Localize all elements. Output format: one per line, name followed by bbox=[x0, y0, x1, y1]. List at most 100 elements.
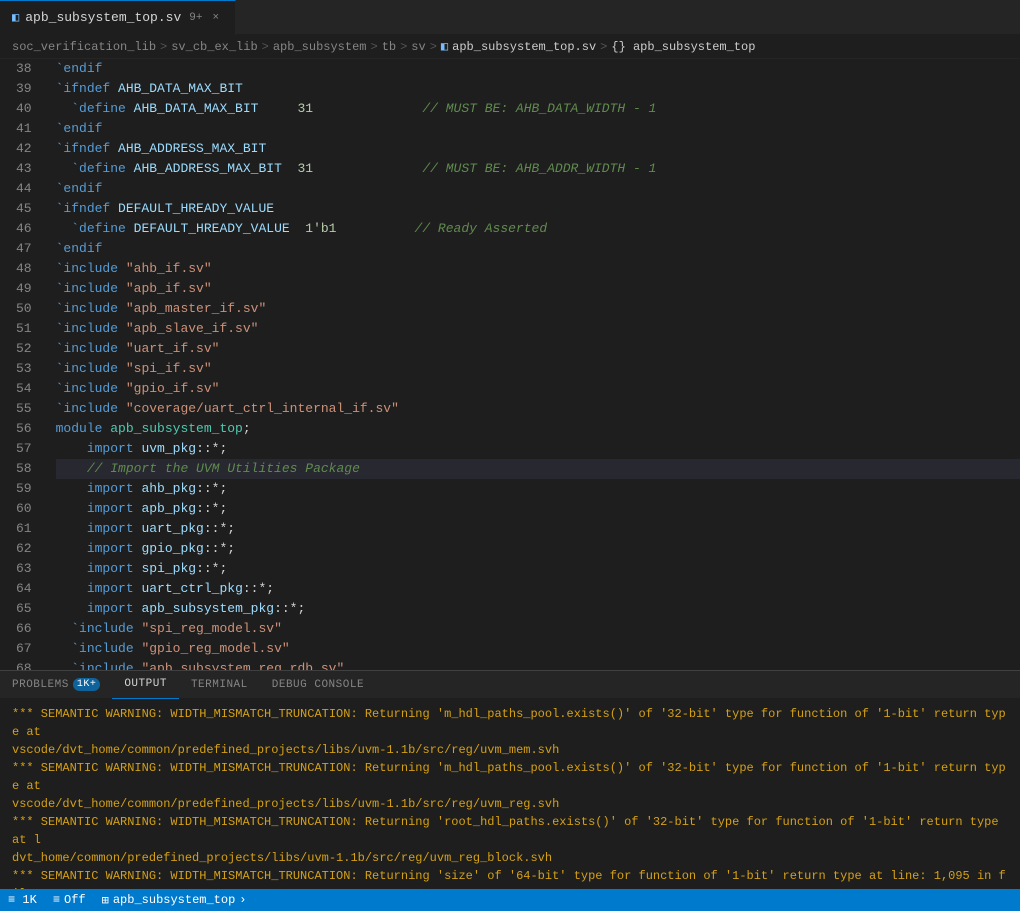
breadcrumb-item-3[interactable]: apb_subsystem bbox=[273, 40, 367, 54]
token: "coverage/uart_ctrl_internal_if.sv" bbox=[126, 399, 399, 419]
line-number: 48 bbox=[16, 259, 32, 279]
line-number: 44 bbox=[16, 179, 32, 199]
token: AHB_ADDRESS_MAX_BIT bbox=[118, 139, 266, 159]
tab-close-button[interactable]: × bbox=[208, 10, 223, 26]
tab-badge: 9+ bbox=[189, 12, 202, 24]
token bbox=[118, 299, 126, 319]
token: AHB_DATA_MAX_BIT bbox=[118, 79, 243, 99]
output-line: *** SEMANTIC WARNING: WIDTH_MISMATCH_TRU… bbox=[12, 867, 1008, 889]
token: AHB_ADDRESS_MAX_BIT bbox=[134, 159, 282, 179]
code-line: `endif bbox=[56, 119, 1020, 139]
token: `ifndef bbox=[56, 199, 111, 219]
line-number: 53 bbox=[16, 359, 32, 379]
code-line: import uart_pkg::*; bbox=[56, 519, 1020, 539]
output-line: dvt_home/common/predefined_projects/libs… bbox=[12, 849, 1008, 867]
breadcrumb-item-2[interactable]: sv_cb_ex_lib bbox=[171, 40, 257, 54]
token: `define bbox=[71, 99, 126, 119]
token: ::*; bbox=[204, 539, 235, 559]
output-line: vscode/dvt_home/common/predefined_projec… bbox=[12, 795, 1008, 813]
token bbox=[313, 99, 422, 119]
code-line: `include "apb_subsystem_reg_rdb.sv" bbox=[56, 659, 1020, 670]
line-number: 57 bbox=[16, 439, 32, 459]
token: apb_pkg bbox=[141, 499, 196, 519]
code-content[interactable]: `endif`ifndef AHB_DATA_MAX_BIT `define A… bbox=[40, 59, 1020, 670]
token: "spi_reg_model.sv" bbox=[141, 619, 281, 639]
code-line: `include "ahb_if.sv" bbox=[56, 259, 1020, 279]
line-number: 56 bbox=[16, 419, 32, 439]
tab-apb-subsystem-top[interactable]: ◧ apb_subsystem_top.sv 9+ × bbox=[0, 0, 236, 35]
status-off-icon: ≡ bbox=[53, 893, 60, 907]
token: module bbox=[56, 419, 103, 439]
breadcrumb-item-6[interactable]: apb_subsystem_top.sv bbox=[452, 40, 596, 54]
panel-tab-terminal[interactable]: TERMINAL bbox=[179, 671, 260, 699]
token bbox=[118, 359, 126, 379]
status-bar: ≡ 1K ≡ Off ⊞ apb_subsystem_top › bbox=[0, 889, 1020, 911]
token bbox=[313, 159, 422, 179]
status-ln-col: ≡ 1K bbox=[8, 893, 37, 907]
panel-tab-output[interactable]: OUTPUT bbox=[112, 671, 179, 699]
breadcrumb-sep-6: > bbox=[600, 40, 607, 54]
code-container[interactable]: 3839404142434445464748495051525354555657… bbox=[0, 59, 1020, 670]
token: ; bbox=[243, 419, 251, 439]
token: `include bbox=[56, 279, 118, 299]
token bbox=[118, 339, 126, 359]
token: DEFAULT_HREADY_VALUE bbox=[118, 199, 274, 219]
line-number: 55 bbox=[16, 399, 32, 419]
token: // MUST BE: AHB_DATA_WIDTH - 1 bbox=[422, 99, 656, 119]
token: `define bbox=[71, 219, 126, 239]
line-number: 46 bbox=[16, 219, 32, 239]
token bbox=[110, 79, 118, 99]
line-number: 66 bbox=[16, 619, 32, 639]
token: "apb_subsystem_reg_rdb.sv" bbox=[141, 659, 344, 670]
token bbox=[56, 499, 87, 519]
token: spi_pkg bbox=[141, 559, 196, 579]
panel-tab-badge: 1K+ bbox=[73, 678, 101, 691]
code-line: import spi_pkg::*; bbox=[56, 559, 1020, 579]
token bbox=[134, 639, 142, 659]
token bbox=[258, 99, 297, 119]
token bbox=[56, 439, 87, 459]
token: `endif bbox=[56, 119, 103, 139]
breadcrumb-item-4[interactable]: tb bbox=[382, 40, 396, 54]
code-line: import gpio_pkg::*; bbox=[56, 539, 1020, 559]
line-number: 67 bbox=[16, 639, 32, 659]
token bbox=[134, 519, 142, 539]
token: "apb_slave_if.sv" bbox=[126, 319, 259, 339]
panel-tab-problems[interactable]: PROBLEMS1K+ bbox=[0, 671, 112, 699]
token bbox=[290, 219, 306, 239]
code-line: import uvm_pkg::*; bbox=[56, 439, 1020, 459]
token: "ahb_if.sv" bbox=[126, 259, 212, 279]
output-line: vscode/dvt_home/common/predefined_projec… bbox=[12, 741, 1008, 759]
token: 31 bbox=[297, 159, 313, 179]
token bbox=[56, 479, 87, 499]
token bbox=[56, 619, 72, 639]
token: `ifndef bbox=[56, 79, 111, 99]
line-number: 39 bbox=[16, 79, 32, 99]
editor-area: 3839404142434445464748495051525354555657… bbox=[0, 59, 1020, 670]
breadcrumb-sep-4: > bbox=[400, 40, 407, 54]
breadcrumb-item-5[interactable]: sv bbox=[411, 40, 425, 54]
line-number: 41 bbox=[16, 119, 32, 139]
breadcrumb-sep-2: > bbox=[262, 40, 269, 54]
breadcrumb-item-1[interactable]: soc_verification_lib bbox=[12, 40, 156, 54]
token: gpio_pkg bbox=[141, 539, 203, 559]
token: `include bbox=[56, 299, 118, 319]
line-number: 52 bbox=[16, 339, 32, 359]
code-line: `include "spi_if.sv" bbox=[56, 359, 1020, 379]
token: // MUST BE: AHB_ADDR_WIDTH - 1 bbox=[422, 159, 656, 179]
token: `endif bbox=[56, 179, 103, 199]
token: DEFAULT_HREADY_VALUE bbox=[134, 219, 290, 239]
line-number: 40 bbox=[16, 99, 32, 119]
code-line: import apb_pkg::*; bbox=[56, 499, 1020, 519]
token bbox=[134, 559, 142, 579]
token: `ifndef bbox=[56, 139, 111, 159]
token bbox=[126, 159, 134, 179]
token bbox=[126, 99, 134, 119]
token bbox=[134, 479, 142, 499]
panel-tab-debug-console[interactable]: DEBUG CONSOLE bbox=[260, 671, 376, 699]
token bbox=[126, 219, 134, 239]
token: uvm_pkg bbox=[141, 439, 196, 459]
token: "gpio_if.sv" bbox=[126, 379, 220, 399]
breadcrumb-item-7[interactable]: {} apb_subsystem_top bbox=[611, 40, 755, 54]
token: "apb_master_if.sv" bbox=[126, 299, 266, 319]
